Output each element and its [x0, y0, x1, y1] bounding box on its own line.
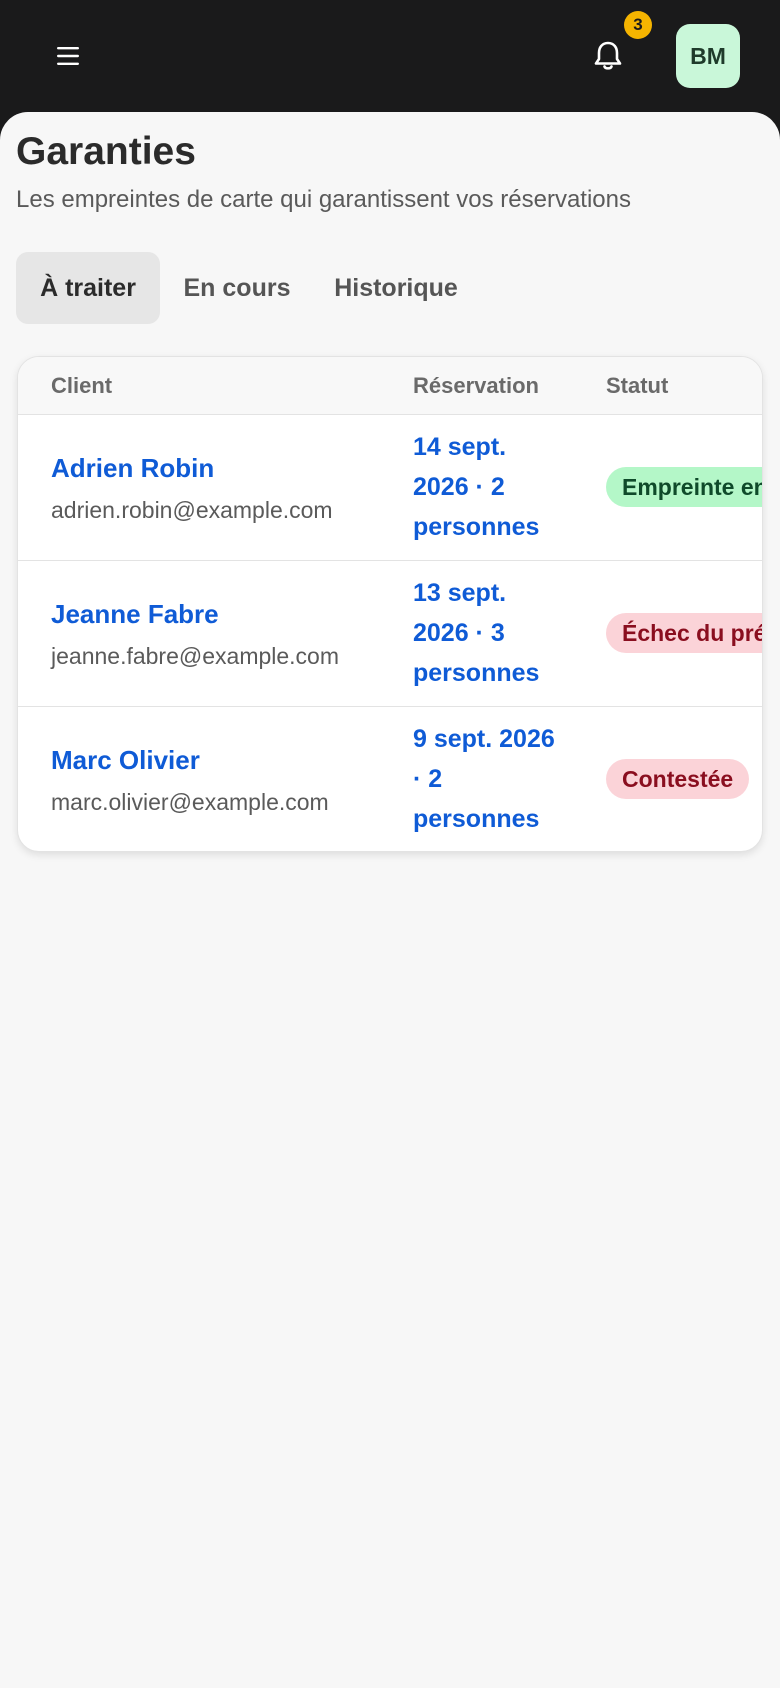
page-subtitle: Les empreintes de carte qui garantissent… [16, 186, 631, 213]
status-badge: Échec du prél [606, 613, 762, 653]
column-header-status: Statut [606, 373, 669, 398]
status-badge: Contestée [606, 759, 750, 799]
reservation-link[interactable]: 13 sept. 2026 · 3 personnes [413, 573, 563, 693]
column-header-reservation: Réservation [413, 373, 539, 398]
client-email: marc.olivier@example.com [51, 789, 329, 815]
table-row[interactable]: Adrien Robin adrien.robin@example.com 14… [18, 415, 762, 561]
notification-count-badge: 3 [624, 11, 652, 39]
menu-button[interactable] [48, 36, 88, 76]
user-avatar[interactable]: BM [676, 24, 740, 88]
tab-en-cours[interactable]: En cours [176, 252, 298, 324]
tab-a-traiter[interactable]: À traiter [16, 252, 160, 324]
reservation-link[interactable]: 14 sept. 2026 · 2 personnes [413, 427, 563, 547]
reservation-link[interactable]: 9 sept. 2026 · 2 personnes [413, 719, 563, 839]
table-header: Client Réservation Statut [18, 357, 762, 415]
guarantees-table: Client Réservation Statut Adrien Robin a… [17, 356, 763, 852]
main-content: Garanties Les empreintes de carte qui ga… [0, 112, 780, 1688]
tab-historique[interactable]: Historique [316, 252, 476, 324]
notifications-button[interactable] [586, 34, 630, 78]
table-row[interactable]: Jeanne Fabre jeanne.fabre@example.com 13… [18, 561, 762, 707]
client-name-link[interactable]: Adrien Robin [51, 453, 214, 484]
column-header-client: Client [51, 373, 113, 398]
page-title: Garanties [16, 130, 196, 173]
status-badge: Empreinte en [606, 467, 762, 507]
client-name-link[interactable]: Marc Olivier [51, 745, 200, 776]
client-name-link[interactable]: Jeanne Fabre [51, 599, 219, 630]
bell-icon [594, 41, 622, 70]
top-bar: 3 BM [0, 0, 780, 112]
client-email: adrien.robin@example.com [51, 497, 333, 523]
hamburger-menu-icon [57, 47, 79, 65]
client-email: jeanne.fabre@example.com [51, 643, 340, 669]
table-row[interactable]: Marc Olivier marc.olivier@example.com 9 … [18, 707, 762, 851]
